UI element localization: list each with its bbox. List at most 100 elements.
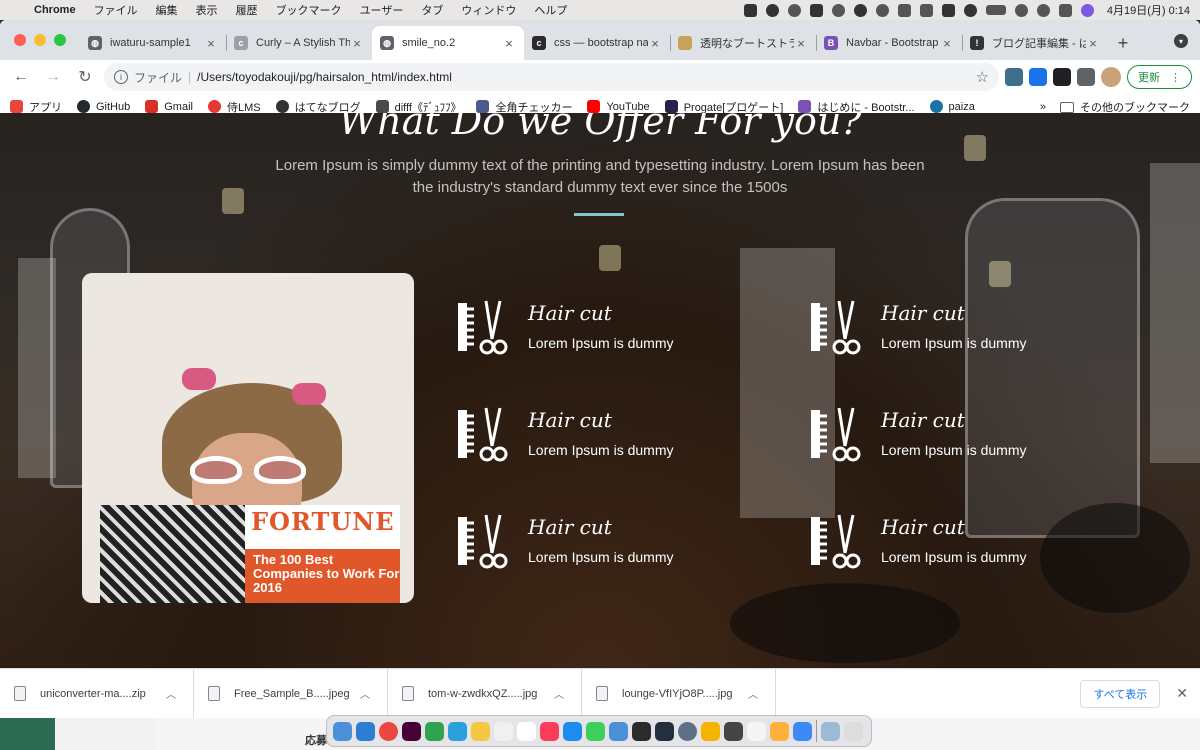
menubar-clock[interactable]: 4月19日(月) 0:14 xyxy=(1107,2,1190,18)
profile-avatar[interactable] xyxy=(1101,67,1121,87)
chevron-up-icon[interactable]: ︿ xyxy=(163,686,179,701)
xd-icon[interactable] xyxy=(402,721,421,741)
site-info-icon[interactable]: i xyxy=(114,70,128,84)
download-item[interactable]: tom-w-zwdkxQZ.....jpg ︿ xyxy=(388,668,582,718)
close-tab-icon[interactable]: × xyxy=(350,36,364,51)
extensions-puzzle-icon[interactable] xyxy=(1077,68,1095,86)
notes-icon[interactable] xyxy=(471,721,490,741)
tab-smile-no2[interactable]: ◍ smile_no.2 × xyxy=(372,26,524,60)
bookmark-gmail[interactable]: Gmail xyxy=(145,100,193,113)
vscode-icon[interactable] xyxy=(356,721,375,741)
close-tab-icon[interactable]: × xyxy=(794,36,808,51)
reload-icon[interactable]: ↻ xyxy=(72,64,98,90)
tab-hatena-edit[interactable]: ! ブログ記事編集 - はて × xyxy=(962,26,1108,60)
forward-arrow-icon[interactable]: → xyxy=(40,64,66,90)
download-item[interactable]: Free_Sample_B.....jpeg ︿ xyxy=(194,668,388,718)
creative-cloud-icon[interactable] xyxy=(787,3,801,17)
skype-icon[interactable] xyxy=(448,721,467,741)
save-extension-icon[interactable] xyxy=(1053,68,1071,86)
volume-icon[interactable] xyxy=(897,3,911,17)
quicktime-icon[interactable] xyxy=(678,721,697,741)
menu-window[interactable]: ウィンドウ xyxy=(461,2,516,18)
menu-tab[interactable]: タブ xyxy=(421,2,443,18)
siri-icon[interactable] xyxy=(1080,3,1094,17)
input-method-icon[interactable] xyxy=(941,3,955,17)
tab-iwaturu-sample1[interactable]: ◍ iwaturu-sample1 × xyxy=(80,26,226,60)
minimize-window-button[interactable] xyxy=(34,34,46,46)
zoom-window-button[interactable] xyxy=(54,34,66,46)
moon-icon[interactable] xyxy=(963,3,977,17)
control-center-icon[interactable] xyxy=(1058,3,1072,17)
service-item: Hair cut Lorem Ipsum is dummy xyxy=(456,513,716,573)
amazon-music-icon[interactable] xyxy=(655,721,674,741)
github-desktop-icon[interactable] xyxy=(632,721,651,741)
download-filename: lounge-VfIYjO8P.....jpg xyxy=(622,687,733,700)
download-item[interactable]: lounge-VfIYjO8P.....jpg ︿ xyxy=(582,668,776,718)
bookmark-youtube[interactable]: YouTube xyxy=(587,100,650,113)
photos-icon[interactable] xyxy=(747,721,766,741)
menu-help[interactable]: ヘルプ xyxy=(534,2,567,18)
lightning-status-icon[interactable] xyxy=(765,3,779,17)
chevron-up-icon[interactable]: ︿ xyxy=(357,686,373,701)
line-icon[interactable] xyxy=(586,721,605,741)
tab-title: Navbar - Bootstrap xyxy=(846,37,939,49)
close-window-button[interactable] xyxy=(14,34,26,46)
play-status-icon[interactable] xyxy=(875,3,889,17)
camera-status-icon[interactable] xyxy=(743,3,757,17)
textedit-icon[interactable] xyxy=(770,721,789,741)
bookmark-star-icon[interactable]: ☆ xyxy=(976,68,989,86)
eyedropper-extension-icon[interactable] xyxy=(1005,68,1023,86)
sourcetree-icon[interactable] xyxy=(425,721,444,741)
chevron-up-icon[interactable]: ︿ xyxy=(551,686,567,701)
tab-search-icon[interactable]: ▾ xyxy=(1174,34,1188,48)
menu-view[interactable]: 表示 xyxy=(196,2,218,18)
bookmark-github[interactable]: GitHub xyxy=(77,100,130,113)
bookmark-paiza[interactable]: paiza xyxy=(929,100,975,113)
menu-file[interactable]: ファイル xyxy=(94,2,138,18)
menu-history[interactable]: 履歴 xyxy=(236,2,258,18)
preview-icon[interactable] xyxy=(724,721,743,741)
display-icon[interactable] xyxy=(919,3,933,17)
music-icon[interactable] xyxy=(540,721,559,741)
back-arrow-icon[interactable]: ← xyxy=(8,64,34,90)
close-tab-icon[interactable]: × xyxy=(940,36,954,51)
chevron-up-icon[interactable]: ︿ xyxy=(745,686,761,701)
close-tab-icon[interactable]: × xyxy=(1086,36,1100,51)
address-bar[interactable]: i ファイル | /Users/toyodakouji/pg/hairsalon… xyxy=(104,63,999,91)
spotlight-search-icon[interactable] xyxy=(1036,3,1050,17)
bookmarks-more-chevron[interactable]: » xyxy=(1040,101,1046,113)
close-tab-icon[interactable]: × xyxy=(648,36,662,51)
close-tab-icon[interactable]: × xyxy=(502,36,516,51)
reminders-icon[interactable] xyxy=(494,721,513,741)
mail-icon[interactable] xyxy=(609,721,628,741)
show-all-downloads-button[interactable]: すべて表示 xyxy=(1080,679,1161,708)
tab-curly[interactable]: c Curly – A Stylish Th × xyxy=(226,26,372,60)
url-text[interactable]: /Users/toyodakouji/pg/hairsalon_html/ind… xyxy=(197,70,452,84)
menu-edit[interactable]: 編集 xyxy=(156,2,178,18)
check-status-icon[interactable] xyxy=(809,3,823,17)
menu-bookmarks[interactable]: ブックマーク xyxy=(276,2,342,18)
close-downloads-icon[interactable]: ✕ xyxy=(1176,685,1188,702)
calendar-icon[interactable] xyxy=(517,721,536,741)
menu-user[interactable]: ユーザー xyxy=(360,2,404,18)
update-button[interactable]: 更新 ⋮ xyxy=(1127,65,1192,89)
translate-extension-icon[interactable] xyxy=(1029,68,1047,86)
zoom-icon[interactable] xyxy=(793,721,812,741)
tab-css-bootstrap[interactable]: c css — bootstrap na × xyxy=(524,26,670,60)
tab-navbar-bootstrap[interactable]: B Navbar - Bootstrap × xyxy=(816,26,962,60)
line-status-icon[interactable] xyxy=(853,3,867,17)
finder-icon[interactable] xyxy=(333,721,352,741)
background-light xyxy=(989,261,1011,287)
wifi-icon[interactable] xyxy=(1014,3,1028,17)
close-tab-icon[interactable]: × xyxy=(204,36,218,51)
trash-icon[interactable] xyxy=(844,721,863,741)
sketch-icon[interactable] xyxy=(701,721,720,741)
chrome-icon[interactable] xyxy=(379,721,398,741)
tab-transparent-bootstrap[interactable]: 透明なブートストラッ × xyxy=(670,26,816,60)
menu-app-name[interactable]: Chrome xyxy=(34,4,76,16)
downloads-folder-icon[interactable] xyxy=(821,721,840,741)
vpn-status-icon[interactable] xyxy=(831,3,845,17)
download-item[interactable]: uniconverter-ma....zip ︿ xyxy=(0,668,194,718)
app-store-icon[interactable] xyxy=(563,721,582,741)
new-tab-button[interactable]: + xyxy=(1108,26,1138,60)
